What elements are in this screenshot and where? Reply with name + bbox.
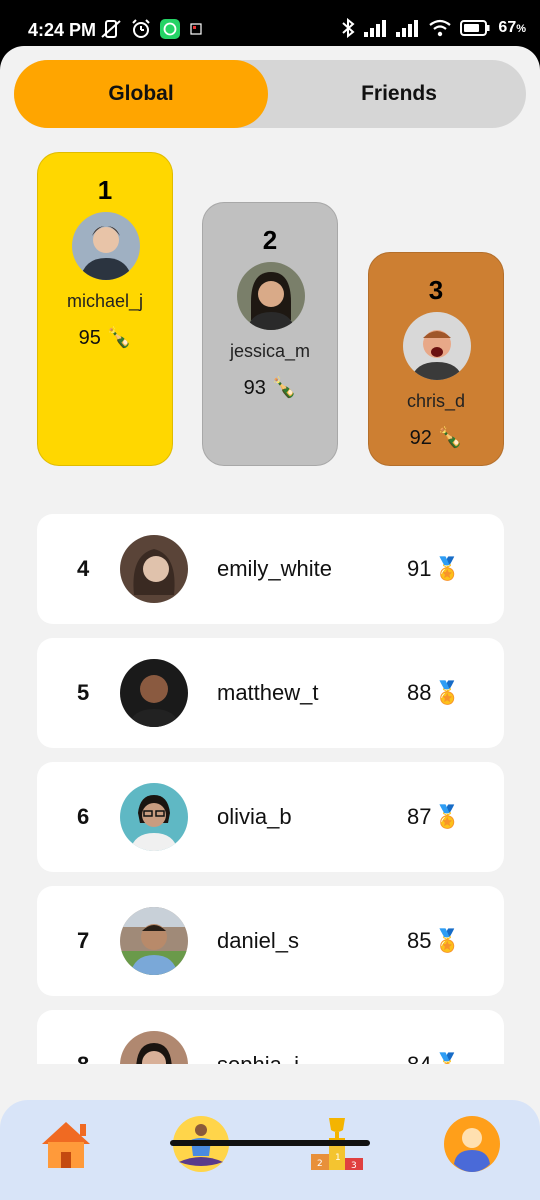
list-rank: 5 (77, 680, 90, 705)
list-item[interactable]: 5 matthew_t 88 🏅 (37, 638, 504, 748)
podium-rank: 2 (262, 225, 278, 255)
podium-score: 95 🍾 (38, 325, 172, 350)
home-indicator[interactable] (170, 1140, 370, 1146)
battery-icon (460, 20, 490, 36)
list-score-value: 85 (407, 928, 432, 953)
podium-score-value: 93 (243, 377, 266, 399)
bottom-nav: 1 2 3 (0, 1100, 540, 1200)
list-score-value: 84 (407, 1052, 431, 1064)
vibrate-off-icon (101, 20, 121, 38)
list-score-value: 87 (407, 804, 432, 829)
alarm-icon (132, 19, 150, 38)
avatar (403, 312, 471, 380)
champagne-icon: 🍾 (265, 377, 297, 399)
tab-global[interactable]: Global (14, 60, 268, 128)
podium-score: 92 🍾 (369, 425, 503, 450)
podium-third-place[interactable]: 3 chris_d 92 🍾 (368, 252, 504, 466)
podium-score-value: 92 (409, 427, 432, 449)
podium-username: jessica_m (229, 341, 311, 361)
list-username: matthew_t (217, 680, 319, 705)
list-rank: 4 (77, 556, 90, 581)
list-score: 87 🏅 (407, 762, 461, 872)
list-score: 88 🏅 (407, 638, 461, 748)
notification-icon (190, 23, 202, 35)
avatar (120, 783, 188, 851)
whatsapp-icon (160, 19, 180, 39)
podium-second-place[interactable]: 2 jessica_m 93 🍾 (202, 202, 338, 466)
home-icon[interactable] (36, 1114, 96, 1174)
list-score-value: 91 (407, 556, 432, 581)
champagne-icon: 🍾 (431, 427, 463, 449)
status-time: 4:24 PM (28, 20, 97, 40)
tab-friends[interactable]: Friends (272, 60, 526, 128)
medal-icon: 🏅 (433, 928, 461, 953)
list-score: 84🏅 (407, 1010, 461, 1064)
avatar (72, 212, 140, 280)
battery-percent: 67% (498, 19, 526, 36)
avatar (237, 262, 305, 330)
signal-icon-2 (396, 20, 419, 37)
signal-icon (364, 20, 387, 37)
podium-score-value: 95 (78, 327, 101, 349)
medal-icon: 🏅 (433, 804, 461, 829)
list-item[interactable]: 4 emily_white 91 🏅 (37, 514, 504, 624)
status-bar: 4:24 PM 67% (0, 0, 540, 50)
podium-first-place[interactable]: 1 michael_j 95 🍾 (37, 152, 173, 466)
list-username: olivia_b (217, 804, 292, 829)
leaderboard-tabs: Global Friends (14, 60, 526, 128)
status-left-icons (100, 18, 204, 40)
list-score: 91 🏅 (407, 514, 461, 624)
bluetooth-icon (342, 18, 355, 38)
list-score: 85 🏅 (407, 886, 461, 996)
medal-icon: 🏅 (433, 556, 461, 581)
podium-rank: 1 (97, 175, 113, 205)
podium-username: michael_j (66, 291, 144, 311)
podium-rank: 3 (428, 275, 444, 305)
svg-text:1: 1 (335, 1153, 341, 1163)
list-username: sophia_j (217, 1010, 299, 1064)
svg-text:2: 2 (317, 1159, 323, 1169)
medal-icon: 🏅 (433, 1052, 460, 1064)
avatar (120, 1031, 188, 1064)
wifi-icon (429, 19, 452, 37)
list-item[interactable]: 7 daniel_s 85 🏅 (37, 886, 504, 996)
podium-score: 93 🍾 (203, 375, 337, 400)
champagne-icon: 🍾 (100, 327, 132, 349)
list-rank: 6 (77, 804, 90, 829)
list-username: emily_white (217, 556, 332, 581)
podium-username: chris_d (406, 391, 466, 411)
leaderboard-list[interactable]: 4 emily_white 91 🏅 5 matthew_t 88 🏅 6 oliv… (0, 508, 540, 1064)
svg-text:3: 3 (351, 1161, 357, 1171)
list-item[interactable]: 6 olivia_b 87 🏅 (37, 762, 504, 872)
list-rank: 8 (77, 1010, 89, 1064)
list-username: daniel_s (217, 928, 299, 953)
list-rank: 7 (77, 928, 90, 953)
avatar (120, 907, 188, 975)
status-right-icons: 67% (340, 18, 526, 38)
medal-icon: 🏅 (433, 680, 461, 705)
list-item[interactable]: 8 sophia_j 84🏅 (37, 1010, 504, 1064)
list-score-value: 88 (407, 680, 432, 705)
leaderboard-screen: Global Friends 1 michael_j 95 🍾 2 jessic… (0, 46, 540, 1200)
avatar (120, 659, 188, 727)
profile-icon[interactable] (442, 1114, 502, 1174)
avatar (120, 535, 188, 603)
